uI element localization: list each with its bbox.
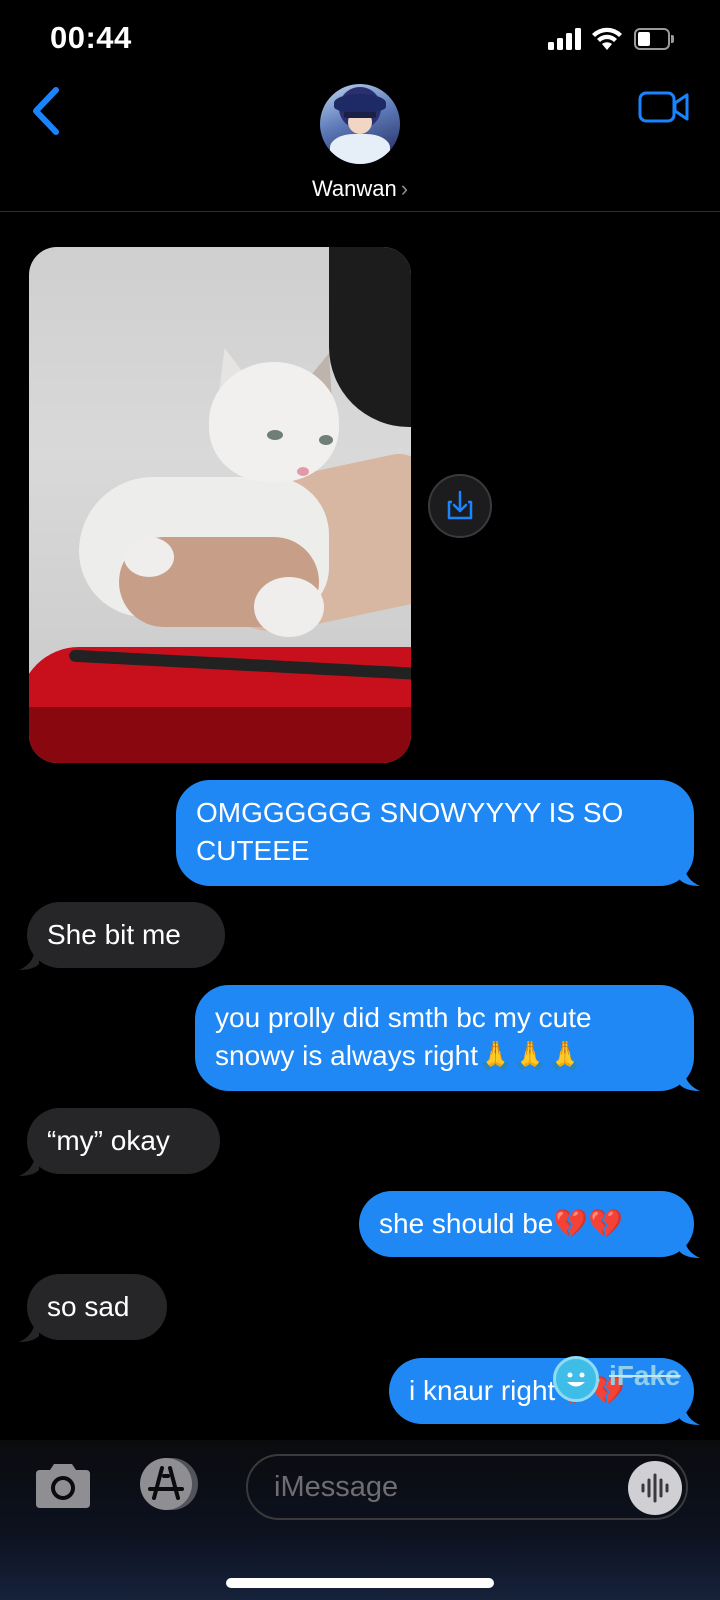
bubble-tail [19,1322,39,1342]
download-icon [447,490,473,520]
contact-avatar[interactable] [320,84,400,164]
outgoing-message[interactable]: she should be💔💔 [359,1191,694,1257]
app-store-icon [140,1458,198,1510]
bubble-tail [680,1071,700,1091]
bubble-tail [19,1156,39,1176]
chevron-right-icon: › [400,176,409,201]
cellular-signal-icon [548,28,582,50]
photo-attachment-cat[interactable] [29,247,411,763]
chevron-left-icon [33,87,59,135]
battery-icon [634,28,674,50]
imessage-placeholder: iMessage [274,1471,399,1503]
camera-icon [36,1464,90,1508]
watermark-text: iFake [609,1360,681,1391]
bubble-tail [19,950,39,970]
incoming-message[interactable]: “my” okay [27,1108,220,1174]
contact-name[interactable]: Wanwan › [0,176,720,202]
status-time: 00:44 [50,20,132,55]
outgoing-message[interactable]: OMGGGGGG SNOWYYYY IS SO CUTEEE [176,780,694,886]
message-composer: iMessage [0,1440,720,1600]
incoming-message[interactable]: so sad [27,1274,167,1340]
contact-name-label: Wanwan [311,176,397,201]
wifi-icon [590,24,624,52]
video-camera-icon [638,91,689,123]
bubble-tail [680,1238,700,1258]
ifake-watermark: iFake [553,1356,693,1402]
imessage-input[interactable]: iMessage [246,1454,688,1520]
back-button[interactable] [26,84,70,138]
bubble-tail [680,1405,700,1425]
audio-waveform-icon [641,1473,669,1503]
outgoing-message[interactable]: you prolly did smth bc my cute snowy is … [195,985,694,1091]
app-store-button[interactable] [134,1456,206,1512]
audio-message-button[interactable] [628,1461,682,1515]
incoming-message[interactable]: She bit me [27,902,225,968]
smiley-logo-icon [553,1356,599,1402]
conversation-header: Wanwan › [0,84,720,212]
camera-button[interactable] [32,1462,94,1510]
status-bar: 00:44 [0,0,720,84]
home-indicator[interactable] [226,1578,494,1588]
save-photo-button[interactable] [428,474,492,538]
bubble-tail [680,866,700,886]
facetime-video-button[interactable] [638,90,690,124]
